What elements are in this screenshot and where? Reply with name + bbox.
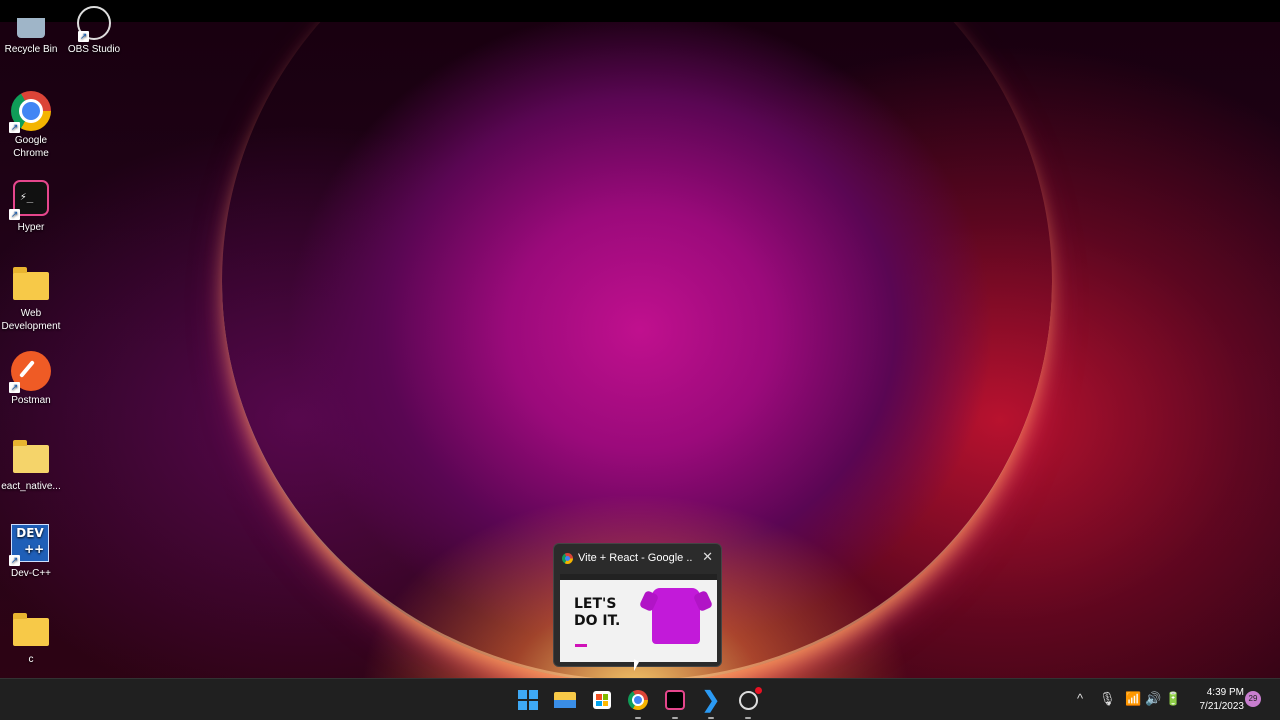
taskbar-hyper[interactable] <box>661 687 689 719</box>
folder-icon <box>11 610 51 650</box>
vscode-icon: ❯ <box>701 687 721 712</box>
microphone-icon[interactable]: 🎙 <box>1099 689 1116 709</box>
desktop-icon-web-development[interactable]: Web Development <box>0 264 64 333</box>
devcpp-icon: DEV ++ ↗ <box>9 524 51 566</box>
postman-icon: ↗ <box>9 351 51 393</box>
thumbnail-button <box>575 644 587 647</box>
desktop-icon-label: Hyper <box>17 222 45 233</box>
running-indicator <box>708 717 714 719</box>
preview-thumbnail[interactable]: LET'S DO IT. <box>560 574 717 662</box>
shortcut-arrow-icon: ↗ <box>9 382 20 393</box>
taskbar-obs-studio[interactable] <box>734 686 762 719</box>
taskbar-google-chrome[interactable] <box>624 687 652 719</box>
desktop-icon-label: Web Development <box>1 308 61 332</box>
desktop-icon-label: Dev-C++ <box>10 568 51 579</box>
running-indicator <box>745 717 751 719</box>
preview-title: Vite + React - Google ... <box>562 551 692 565</box>
notification-badge[interactable]: 29 <box>1245 691 1261 707</box>
obs-studio-icon: ↗ <box>74 6 114 42</box>
battery-icon[interactable]: 🔋 <box>1165 689 1181 709</box>
mouse-cursor <box>634 659 639 671</box>
thumbnail-headline: LET'S DO IT. <box>574 596 621 629</box>
tshirt-image <box>652 588 700 644</box>
taskbar: ❯ ^ 🎙 📶 🔊 🔋 4:39 PM 7/21/2023 29 <box>0 678 1280 720</box>
close-icon[interactable]: ✕ <box>702 550 713 564</box>
running-indicator <box>672 717 678 719</box>
desktop-icon-hyper[interactable]: ⚡_ ↗ Hyper <box>0 178 64 234</box>
time-text: 4:39 PM <box>1206 687 1244 698</box>
volume-icon[interactable]: 🔊 <box>1145 689 1161 709</box>
desktop-icon-devcpp[interactable]: DEV ++ ↗ Dev-C++ <box>0 524 64 580</box>
microsoft-store-icon <box>593 691 611 709</box>
google-chrome-icon <box>628 690 648 710</box>
desktop-icon-label: Google Chrome <box>13 135 49 159</box>
folder-icon <box>11 437 51 477</box>
hyper-terminal-icon: ⚡_ ↗ <box>9 178 51 220</box>
desktop-icon-recycle-bin[interactable]: Recycle Bin <box>0 18 64 56</box>
shortcut-arrow-icon: ↗ <box>9 209 20 220</box>
recording-indicator <box>754 686 762 694</box>
chrome-window-preview[interactable]: Vite + React - Google ... ✕ LET'S DO IT. <box>553 543 722 667</box>
desktop-icon-c[interactable]: c <box>0 610 64 666</box>
taskbar-vscode[interactable]: ❯ <box>697 687 725 719</box>
desktop-icon-postman[interactable]: ↗ Postman <box>0 351 64 407</box>
start-icon <box>518 690 538 710</box>
thumbnail-browser-bar <box>560 574 717 580</box>
taskbar-file-explorer[interactable] <box>551 687 579 713</box>
folder-icon <box>11 264 51 304</box>
shortcut-arrow-icon: ↗ <box>9 555 20 566</box>
date-text: 7/21/2023 <box>1199 701 1245 712</box>
desktop-icon-label: Postman <box>11 395 51 406</box>
clock[interactable]: 4:39 PM 7/21/2023 <box>1190 686 1245 714</box>
desktop-icon-label: OBS Studio <box>67 44 121 55</box>
desktop-icon-label: eact_native... <box>1 481 61 492</box>
recycle-bin-icon <box>11 18 51 40</box>
chevron-up-icon[interactable]: ^ <box>1072 689 1088 709</box>
obs-studio-icon <box>738 686 762 710</box>
desktop-icon-label: Recycle Bin <box>4 44 58 55</box>
desktop-icon-obs-studio[interactable]: ↗ OBS Studio <box>61 6 127 56</box>
desktop-icon-react-native[interactable]: eact_native... <box>0 437 64 493</box>
shortcut-arrow-icon: ↗ <box>78 31 89 42</box>
start-button[interactable] <box>514 687 542 713</box>
desktop-icon-google-chrome[interactable]: ↗ Google Chrome <box>0 91 64 160</box>
desktop-icon-label: c <box>28 654 34 665</box>
wifi-icon[interactable]: 📶 <box>1125 689 1141 709</box>
file-explorer-icon <box>554 692 576 708</box>
top-black-bar <box>0 0 1280 22</box>
google-chrome-icon: ↗ <box>9 91 51 133</box>
running-indicator <box>635 717 641 719</box>
taskbar-microsoft-store[interactable] <box>588 687 616 713</box>
preview-title-text: Vite + React - Google ... <box>578 552 692 564</box>
hyper-terminal-icon <box>665 690 685 710</box>
google-chrome-icon <box>562 552 573 564</box>
shortcut-arrow-icon: ↗ <box>9 122 20 133</box>
